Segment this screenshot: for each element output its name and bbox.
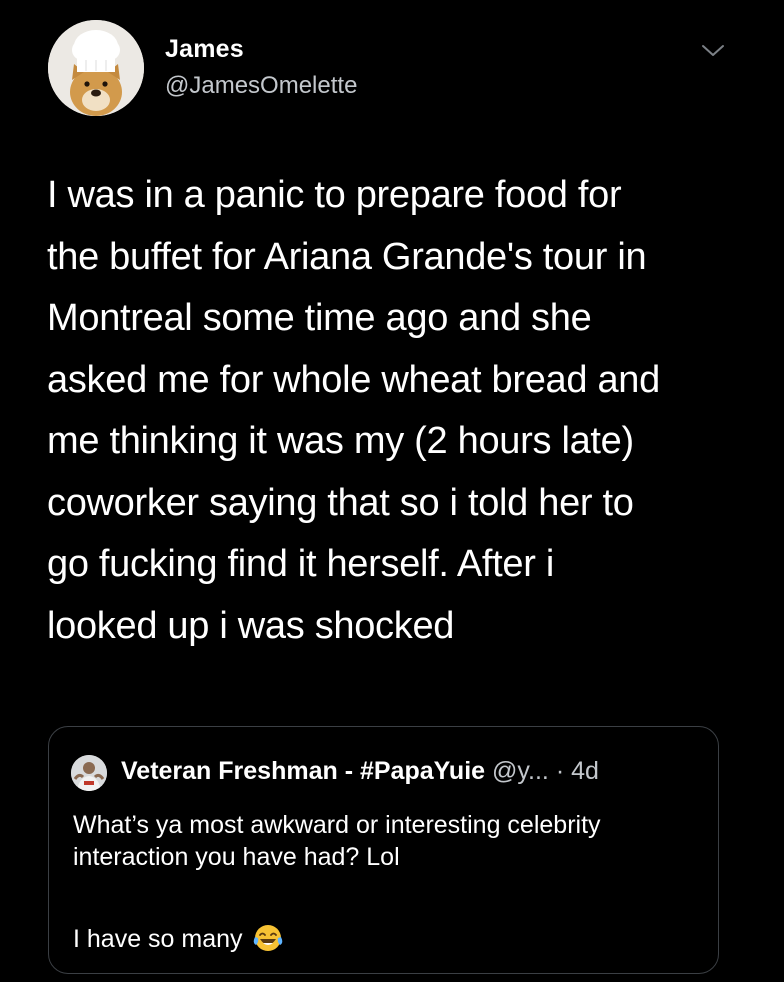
author-handle[interactable]: @JamesOmelette xyxy=(165,72,357,100)
separator-dot: · xyxy=(555,757,565,785)
chevron-down-icon xyxy=(702,45,724,56)
quoted-tweet-time[interactable]: 4d xyxy=(571,757,599,785)
tweet-text: I was in a panic to prepare food for the… xyxy=(47,174,660,647)
author-name[interactable]: James xyxy=(165,35,244,64)
quoted-tweet-text-2: I have so many xyxy=(73,925,243,953)
tears-of-joy-emoji-icon xyxy=(253,923,283,961)
author-avatar[interactable] xyxy=(48,20,144,116)
quoted-tweet-text: What’s ya most awkward or interesting ce… xyxy=(73,811,601,871)
quoted-author-handle[interactable]: @y... xyxy=(492,757,549,785)
quoted-tweet-header: Veteran Freshman - #PapaYuie @y... · 4d xyxy=(121,757,599,786)
quoted-tweet-text-line2: I have so many xyxy=(73,923,283,961)
quoted-tweet[interactable]: Veteran Freshman - #PapaYuie @y... · 4d … xyxy=(48,726,719,974)
chef-dog-avatar-icon xyxy=(48,20,144,116)
tweet: James @JamesOmelette I was in a panic to… xyxy=(0,0,784,982)
more-options-button[interactable] xyxy=(700,38,726,62)
quoted-author-name[interactable]: Veteran Freshman - #PapaYuie xyxy=(121,757,485,785)
user-avatar-icon xyxy=(71,755,107,791)
quoted-author-avatar[interactable] xyxy=(71,755,107,791)
